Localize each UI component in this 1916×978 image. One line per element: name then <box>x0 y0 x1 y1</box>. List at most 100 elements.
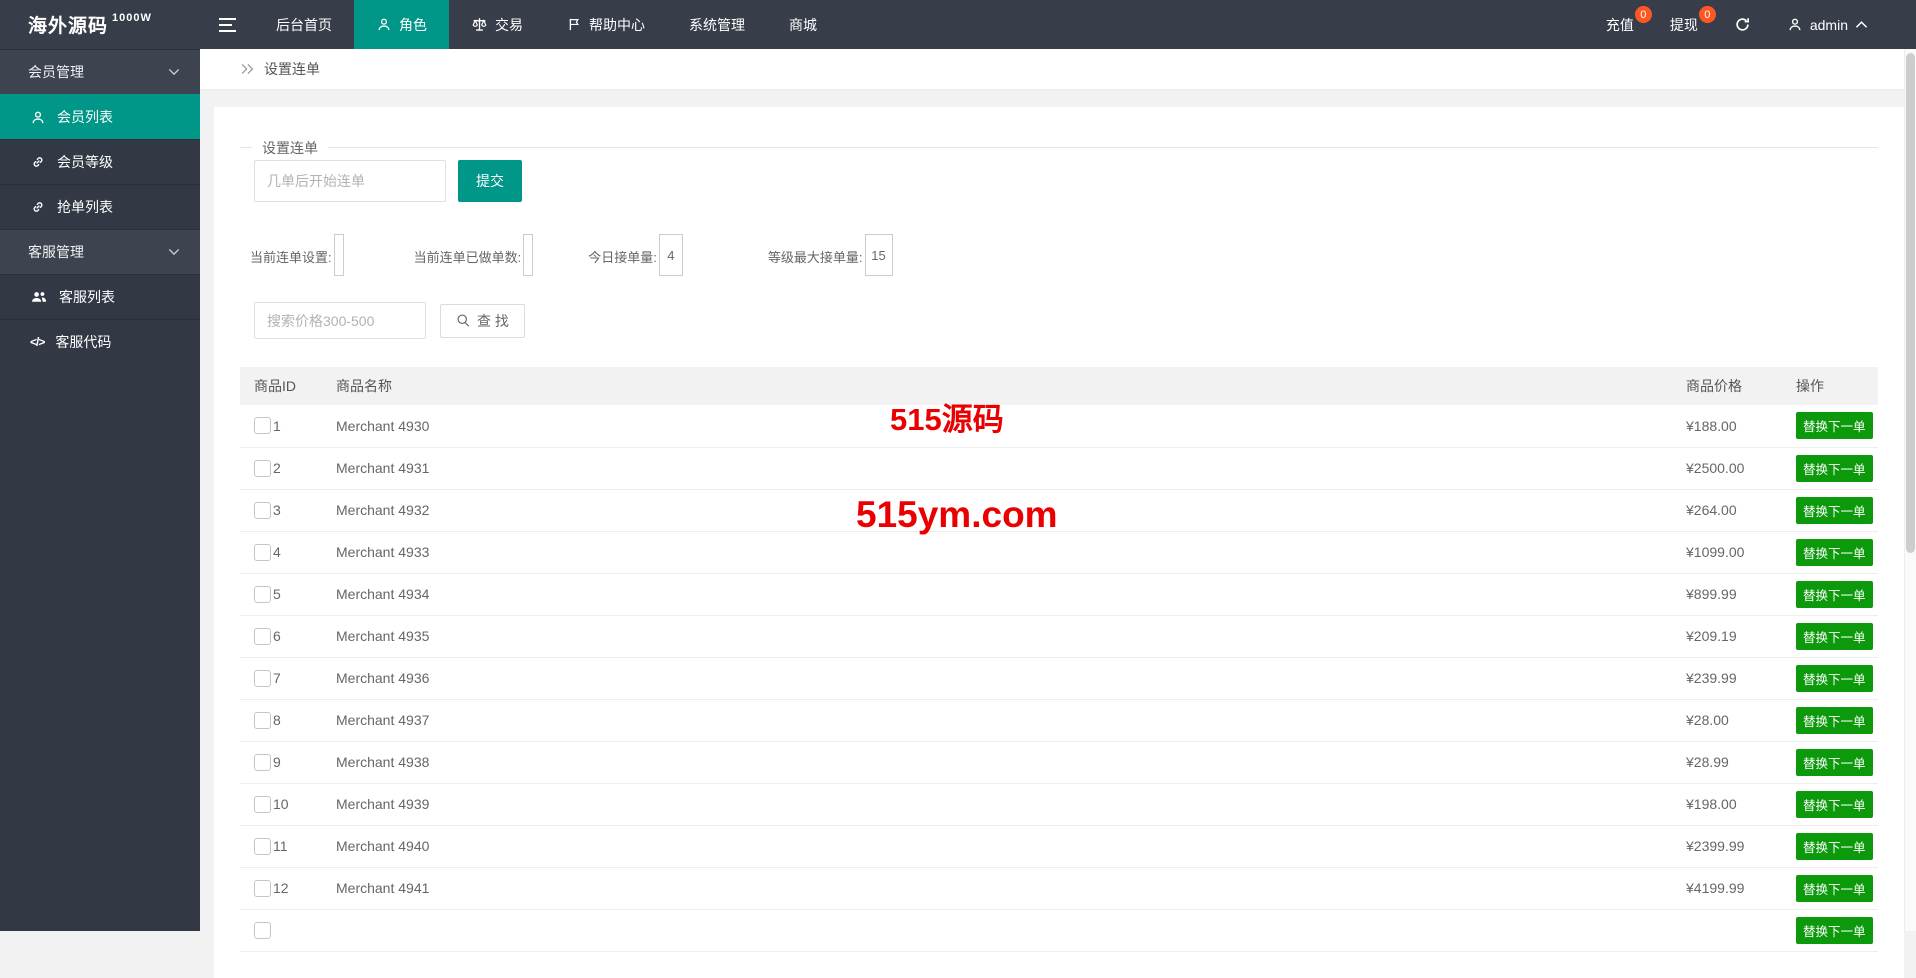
nav-mall[interactable]: 商城 <box>767 0 839 49</box>
sidebar-item-service-code[interactable]: </> 客服代码 <box>0 319 200 364</box>
scrollbar-thumb[interactable] <box>1906 53 1915 553</box>
row-checkbox[interactable] <box>254 922 271 939</box>
product-name: Merchant 4934 <box>322 573 1672 615</box>
row-checkbox[interactable] <box>254 670 271 687</box>
stat-label: 等级最大接单量: <box>768 247 863 276</box>
chain-order-input[interactable] <box>254 160 446 202</box>
sidebar-item-member-list[interactable]: 会员列表 <box>0 94 200 139</box>
replace-next-order-button[interactable]: 替换下一单 <box>1796 412 1873 439</box>
table-body: 1 Merchant 4930 ¥188.00 替换下一单 2 Merchant… <box>240 405 1878 951</box>
logo-text: 海外源码 <box>28 11 108 38</box>
product-price <box>1672 909 1782 951</box>
product-id: 7 <box>273 670 281 686</box>
recharge-label: 充值 <box>1606 15 1634 35</box>
header-product-name: 商品名称 <box>322 367 1672 405</box>
product-name: Merchant 4937 <box>322 699 1672 741</box>
row-checkbox[interactable] <box>254 838 271 855</box>
withdraw-button[interactable]: 提现 0 <box>1652 0 1716 49</box>
table-row: 1 Merchant 4930 ¥188.00 替换下一单 <box>240 405 1878 447</box>
search-button-label: 查 找 <box>477 311 509 331</box>
menu-toggle-icon[interactable] <box>200 0 254 49</box>
table-row: 5 Merchant 4934 ¥899.99 替换下一单 <box>240 573 1878 615</box>
breadcrumb: 设置连单 <box>200 49 1904 90</box>
stat-current-chain-setting-input[interactable] <box>334 234 344 276</box>
product-name: Merchant 4941 <box>322 867 1672 909</box>
search-button[interactable]: 查 找 <box>440 304 525 338</box>
search-icon <box>456 313 471 328</box>
stat-level-max-orders-input[interactable]: 15 <box>865 234 893 276</box>
replace-next-order-button[interactable]: 替换下一单 <box>1796 539 1873 566</box>
row-checkbox[interactable] <box>254 628 271 645</box>
row-checkbox[interactable] <box>254 712 271 729</box>
nav-roles[interactable]: 角色 <box>354 0 449 49</box>
sidebar-item-label: 会员列表 <box>57 107 113 127</box>
product-price: ¥1099.00 <box>1672 531 1782 573</box>
replace-next-order-button[interactable]: 替换下一单 <box>1796 875 1873 902</box>
product-name <box>322 909 1672 951</box>
submit-button[interactable]: 提交 <box>458 160 522 202</box>
sidebar-item-grab-order-list[interactable]: 抢单列表 <box>0 184 200 229</box>
nav-dashboard[interactable]: 后台首页 <box>254 0 354 49</box>
stat-chain-orders-done-input[interactable] <box>523 234 533 276</box>
sidebar-item-service-list[interactable]: 客服列表 <box>0 274 200 319</box>
replace-next-order-button[interactable]: 替换下一单 <box>1796 665 1873 692</box>
product-id: 11 <box>273 838 288 854</box>
replace-next-order-button[interactable]: 替换下一单 <box>1796 749 1873 776</box>
nav-system[interactable]: 系统管理 <box>667 0 767 49</box>
code-icon: </> <box>30 335 44 349</box>
replace-next-order-button[interactable]: 替换下一单 <box>1796 497 1873 524</box>
products-table: 商品ID 商品名称 商品价格 操作 1 Merchant 4930 ¥188.0… <box>240 367 1878 952</box>
row-checkbox[interactable] <box>254 586 271 603</box>
replace-next-order-button[interactable]: 替换下一单 <box>1796 581 1873 608</box>
row-checkbox[interactable] <box>254 417 271 434</box>
content-card: 设置连单 提交 当前连单设置: 当前连单已做单数: 今日接单量: 4 等级最大接… <box>214 107 1904 978</box>
row-checkbox[interactable] <box>254 502 271 519</box>
user-menu[interactable]: admin <box>1769 0 1886 49</box>
row-checkbox[interactable] <box>254 796 271 813</box>
sidebar-group-member-management[interactable]: 会员管理 <box>0 49 200 94</box>
replace-next-order-button[interactable]: 替换下一单 <box>1796 707 1873 734</box>
username: admin <box>1810 17 1848 33</box>
replace-next-order-button[interactable]: 替换下一单 <box>1796 833 1873 860</box>
nav-help-center[interactable]: 帮助中心 <box>545 0 667 49</box>
table-row: 6 Merchant 4935 ¥209.19 替换下一单 <box>240 615 1878 657</box>
replace-next-order-button[interactable]: 替换下一单 <box>1796 791 1873 818</box>
product-price: ¥198.00 <box>1672 783 1782 825</box>
sidebar-item-label: 客服列表 <box>59 287 115 307</box>
product-price: ¥264.00 <box>1672 489 1782 531</box>
refresh-button[interactable] <box>1716 0 1769 49</box>
app-logo[interactable]: 海外源码1000W <box>0 0 200 49</box>
row-checkbox[interactable] <box>254 460 271 477</box>
page-scrollbar <box>1904 49 1916 931</box>
product-price: ¥188.00 <box>1672 405 1782 447</box>
nav-trade[interactable]: 交易 <box>449 0 545 49</box>
sidebar-item-label: 抢单列表 <box>57 197 113 217</box>
replace-next-order-button[interactable]: 替换下一单 <box>1796 917 1873 944</box>
product-id: 12 <box>273 880 289 896</box>
stat-today-orders-input[interactable]: 4 <box>659 234 683 276</box>
sidebar-item-member-level[interactable]: 会员等级 <box>0 139 200 184</box>
product-price: ¥28.99 <box>1672 741 1782 783</box>
replace-next-order-button[interactable]: 替换下一单 <box>1796 623 1873 650</box>
row-checkbox[interactable] <box>254 754 271 771</box>
table-row: 10 Merchant 4939 ¥198.00 替换下一单 <box>240 783 1878 825</box>
users-icon <box>30 289 48 305</box>
table-row: 4 Merchant 4933 ¥1099.00 替换下一单 <box>240 531 1878 573</box>
product-id: 8 <box>273 712 281 728</box>
sidebar-group-service-management[interactable]: 客服管理 <box>0 229 200 274</box>
header-product-price: 商品价格 <box>1672 367 1782 405</box>
product-name: Merchant 4940 <box>322 825 1672 867</box>
fieldset-legend: 设置连单 <box>252 140 328 156</box>
link-icon <box>30 154 46 170</box>
row-checkbox[interactable] <box>254 880 271 897</box>
price-search-input[interactable] <box>254 302 426 339</box>
replace-next-order-button[interactable]: 替换下一单 <box>1796 455 1873 482</box>
product-price: ¥899.99 <box>1672 573 1782 615</box>
row-checkbox[interactable] <box>254 544 271 561</box>
table-row: 3 Merchant 4932 ¥264.00 替换下一单 <box>240 489 1878 531</box>
table-row: 9 Merchant 4938 ¥28.99 替换下一单 <box>240 741 1878 783</box>
recharge-button[interactable]: 充值 0 <box>1588 0 1652 49</box>
user-icon <box>30 109 46 126</box>
stat-label: 当前连单已做单数: <box>414 247 522 276</box>
search-row: 查 找 <box>240 302 1878 339</box>
